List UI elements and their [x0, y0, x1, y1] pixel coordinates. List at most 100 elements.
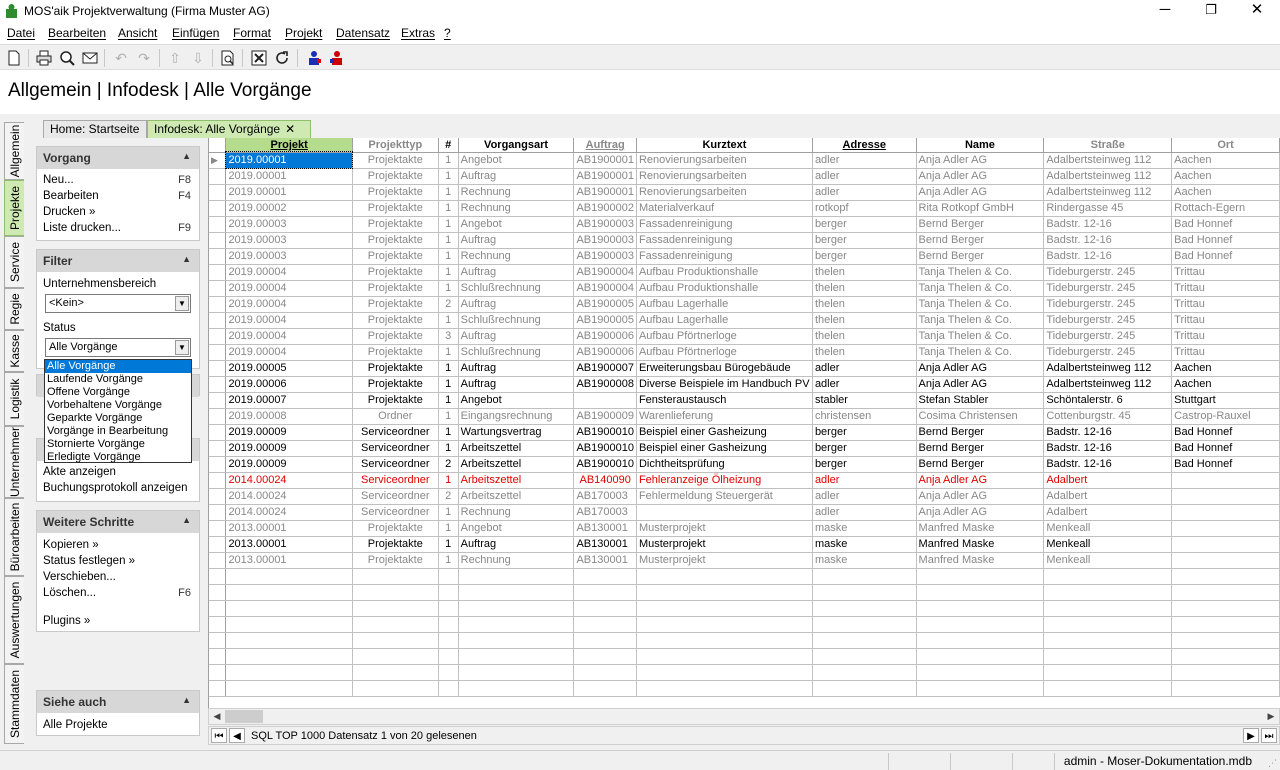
cell-strasse[interactable]: Badstr. 12-16 [1043, 248, 1173, 265]
cell-auftrag[interactable]: AB1900004 [573, 280, 637, 297]
cell-name[interactable]: Bernd Berger [916, 424, 1045, 441]
vtab-unternehmer[interactable]: Unternehmer [4, 426, 24, 498]
cell-nr[interactable]: 1 [438, 184, 459, 201]
cell-vorgangsart[interactable]: Schlußrechnung [458, 312, 575, 329]
action-plugins[interactable]: Plugins » [43, 615, 90, 627]
cell-ort[interactable] [1171, 472, 1280, 489]
cell-strasse[interactable]: Tideburgerstr. 245 [1043, 280, 1173, 297]
cell-strasse[interactable]: Schöntalerstr. 6 [1043, 392, 1173, 409]
cell-kurztext[interactable]: Fehleranzeige Ölheizung [636, 472, 813, 489]
cell-name[interactable]: Bernd Berger [916, 216, 1045, 233]
row-indicator[interactable] [209, 536, 227, 553]
table-row[interactable]: 2019.00009 Serviceordner 2 Arbeitszettel AB1… [209, 456, 1280, 473]
cell-projekt[interactable]: 2019.00002 [225, 200, 353, 217]
cell-nr[interactable]: 1 [438, 344, 459, 361]
cell-projekttyp[interactable]: Serviceordner [352, 456, 439, 473]
last-record-icon[interactable]: ⏭ [1261, 728, 1277, 743]
vtab-auswertungen[interactable]: Auswertungen [4, 576, 24, 664]
cell-vorgangsart[interactable]: Auftrag [458, 168, 575, 185]
cell-name[interactable]: Manfred Maske [916, 520, 1045, 537]
cell-projekt[interactable]: 2019.00003 [225, 248, 353, 265]
cell-vorgangsart[interactable]: Rechnung [458, 184, 575, 201]
table-row[interactable]: 2019.00003 Projektakte 1 Angebot AB1900003 Fa… [209, 216, 1280, 233]
cell-ort[interactable]: Bad Honnef [1171, 424, 1280, 441]
cell-projekttyp[interactable]: Projektakte [352, 248, 439, 265]
action-drucken[interactable]: Drucken » [43, 206, 95, 218]
cell-projekttyp[interactable]: Projektakte [352, 264, 439, 281]
cell-projekt[interactable]: 2019.00009 [225, 424, 353, 441]
status-option[interactable]: Erledigte Vorgänge [45, 451, 191, 464]
cell-auftrag[interactable]: AB1900002 [573, 200, 637, 217]
table-row[interactable]: 2019.00009 Serviceordner 1 Arbeitszettel AB1… [209, 440, 1280, 457]
tab-infodesk-alle-vorgaenge[interactable]: Infodesk: Alle Vorgänge ✕ [147, 120, 311, 138]
row-indicator[interactable] [209, 616, 227, 633]
redo-icon[interactable]: ↷ [134, 48, 154, 68]
column-header-ort[interactable]: Ort [1171, 138, 1280, 153]
cell-vorgangsart[interactable]: Rechnung [458, 200, 575, 217]
cell-auftrag[interactable]: AB170003 [573, 504, 637, 521]
unternehmensbereich-select[interactable]: <Kein> ▼ [45, 294, 191, 313]
cell-projekt[interactable]: 2013.00001 [225, 552, 353, 569]
table-row[interactable]: 2014.00024 Serviceordner 1 Rechnung AB170003… [209, 504, 1280, 521]
cell-projekttyp[interactable]: Projektakte [352, 184, 439, 201]
cell-auftrag[interactable]: AB140090 [573, 472, 637, 489]
cell-projekttyp[interactable]: Projektakte [352, 520, 439, 537]
cell-ort[interactable]: Stuttgart [1171, 392, 1280, 409]
cell-projekttyp[interactable]: Projektakte [352, 216, 439, 233]
column-header-vorgangsart[interactable]: Vorgangsart [458, 138, 575, 153]
cell-name[interactable]: Bernd Berger [916, 232, 1045, 249]
new-document-icon[interactable] [4, 48, 24, 68]
cell-adresse[interactable]: berger [812, 232, 917, 249]
cell-kurztext[interactable]: Dichtheitsprüfung [636, 456, 813, 473]
table-row[interactable]: 2019.00008 Ordner 1 Eingangsrechnung AB19000… [209, 408, 1280, 425]
cell-auftrag[interactable]: AB130001 [573, 520, 637, 537]
cell-ort[interactable]: Rottach-Egern [1171, 200, 1280, 217]
cell-strasse[interactable]: Tideburgerstr. 245 [1043, 344, 1173, 361]
cell-ort[interactable]: Aachen [1171, 152, 1280, 169]
cell-name[interactable]: Tanja Thelen & Co. [916, 328, 1045, 345]
menu-extras[interactable]: Extras [401, 26, 435, 40]
cell-auftrag[interactable]: AB130001 [573, 536, 637, 553]
cell-strasse[interactable]: Menkeall [1043, 552, 1173, 569]
action-status-festlegen[interactable]: Status festlegen » [43, 555, 135, 567]
cell-adresse[interactable]: berger [812, 216, 917, 233]
cell-projekt[interactable]: 2019.00004 [225, 312, 353, 329]
cell-vorgangsart[interactable]: Arbeitszettel [458, 440, 575, 457]
cell-name[interactable]: Bernd Berger [916, 440, 1045, 457]
cell-name[interactable]: Anja Adler AG [916, 488, 1045, 505]
minimize-button[interactable]: ─ [1142, 0, 1188, 22]
cell-adresse[interactable]: adler [812, 488, 917, 505]
cell-nr[interactable]: 1 [438, 408, 459, 425]
row-indicator[interactable] [209, 648, 227, 665]
table-row[interactable]: 2019.00002 Projektakte 1 Rechnung AB1900002 M… [209, 200, 1280, 217]
cell-kurztext[interactable]: Materialverkauf [636, 200, 813, 217]
row-indicator[interactable] [209, 552, 227, 569]
row-indicator[interactable] [209, 568, 227, 585]
cell-nr[interactable]: 1 [438, 360, 459, 377]
user-blue-icon[interactable] [304, 48, 324, 68]
cell-adresse[interactable]: adler [812, 152, 917, 169]
status-option[interactable]: Offene Vorgänge [45, 386, 191, 399]
vtab-service[interactable]: Service [4, 236, 24, 288]
cell-projekt[interactable]: 2019.00006 [225, 376, 353, 393]
cell-adresse[interactable]: maske [812, 552, 917, 569]
cell-vorgangsart[interactable]: Auftrag [458, 296, 575, 313]
cell-nr[interactable]: 1 [438, 312, 459, 329]
menu-projekt[interactable]: Projekt [285, 26, 322, 40]
cell-adresse[interactable]: thelen [812, 296, 917, 313]
cell-adresse[interactable]: thelen [812, 264, 917, 281]
cell-strasse[interactable]: Badstr. 12-16 [1043, 216, 1173, 233]
cell-projekttyp[interactable]: Projektakte [352, 392, 439, 409]
link-alle-projekte[interactable]: Alle Projekte [43, 719, 108, 731]
cell-strasse[interactable]: Cottenburgstr. 45 [1043, 408, 1173, 425]
cell-adresse[interactable]: stabler [812, 392, 917, 409]
cell-vorgangsart[interactable]: Angebot [458, 392, 575, 409]
cell-ort[interactable]: Aachen [1171, 376, 1280, 393]
cell-vorgangsart[interactable]: Rechnung [458, 248, 575, 265]
column-header-projekttyp[interactable]: Projekttyp [352, 138, 439, 153]
close-button[interactable]: ✕ [1234, 0, 1280, 22]
cell-projekttyp[interactable]: Projektakte [352, 296, 439, 313]
cell-auftrag[interactable]: AB1900010 [573, 440, 637, 457]
vtab-logistik[interactable]: Logistik [4, 372, 24, 426]
cell-projekttyp[interactable]: Projektakte [352, 328, 439, 345]
